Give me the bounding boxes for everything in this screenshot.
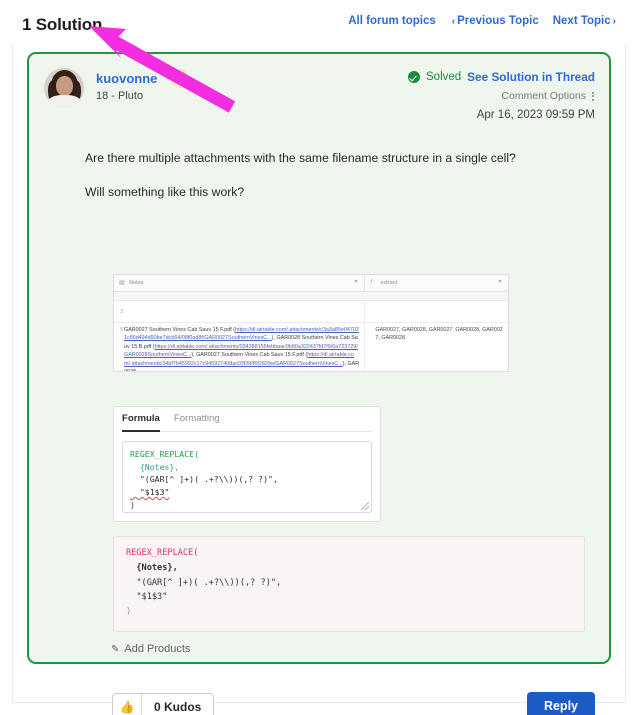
add-products-button[interactable]: ✎ Add Products (111, 643, 190, 655)
tab-formula[interactable]: Formula (122, 413, 160, 432)
table-column-notes-label: Notes (129, 280, 144, 286)
formula-line-3: "$1$3" (130, 487, 170, 498)
table-cell-extract[interactable]: GAR0027, GAR0028, GAR0027, GAR0028, GAR0… (365, 323, 508, 371)
table-column-extract: 𝑓 extract (365, 275, 508, 291)
formula-code-text: REGEX_REPLACE( {Notes}, "(GAR[^ ]+)( .+?… (130, 448, 364, 512)
resize-grip-icon[interactable] (361, 502, 369, 510)
avatar[interactable] (44, 68, 84, 108)
rank-medal-icon (171, 69, 188, 88)
formula-line-2: "(GAR[^ ]+)( .+?\\))(,? ?)", (130, 474, 278, 485)
add-products-label: Add Products (124, 643, 191, 655)
formula-field-icon: 𝑓 (370, 280, 373, 286)
chevron-left-icon: ‹ (451, 15, 456, 27)
chevron-right-icon: › (612, 15, 616, 27)
table-cell-extract[interactable] (365, 301, 508, 322)
solution-body: Are there multiple attachments with the … (85, 150, 585, 219)
tab-formatting[interactable]: Formatting (174, 413, 220, 427)
table-row-number: 5 (120, 327, 123, 333)
formula-line-4: ) (130, 499, 135, 510)
table-column-extract-label: extract (380, 280, 398, 286)
see-solution-in-thread-link[interactable]: See Solution in Thread (467, 70, 595, 84)
table-row-number: 3 (120, 309, 123, 315)
previous-topic-group[interactable]: ‹ Previous Topic (450, 15, 539, 27)
avatar-body (48, 95, 81, 108)
code-line-4: ) (126, 607, 132, 618)
formula-line-1: {Notes}, (130, 461, 180, 472)
author-rank: 18 - Pluto (96, 90, 144, 102)
vertical-ellipsis-icon[interactable] (592, 90, 595, 102)
pencil-icon: ✎ (111, 643, 120, 655)
formula-editor-panel[interactable]: Formula Formatting REGEX_REPLACE( {Notes… (113, 406, 381, 522)
thumbs-up-icon[interactable]: 👍 (113, 694, 142, 715)
code-block: REGEX_REPLACE( {Notes}, "(GAR[^ ]+)( .+?… (113, 536, 585, 632)
comment-options-label: Comment Options (501, 90, 586, 102)
code-line-3: "$1$3" (126, 592, 168, 603)
solution-header: 1 Solution All forum topics ‹ Previous T… (12, 3, 626, 45)
topic-navigation: All forum topics ‹ Previous Topic Next T… (348, 15, 618, 27)
notes-seg-0: GAR0027 Southern Vines Cab Sauv 15 F.pdf… (124, 327, 236, 333)
embedded-table-screenshot[interactable]: ▤ Notes 𝑓 extract 3 5 GAR0027 Southern V… (113, 274, 509, 372)
all-forum-topics-link[interactable]: All forum topics (348, 15, 436, 27)
formula-line-0: REGEX_REPLACE( (130, 449, 200, 459)
code-block-text: REGEX_REPLACE( {Notes}, "(GAR[^ ]+)( .+?… (126, 546, 572, 620)
next-topic-group[interactable]: Next Topic › (553, 15, 618, 27)
page-title: 1 Solution (22, 15, 103, 34)
comment-options-button[interactable]: Comment Options (501, 90, 595, 102)
table-subbar (114, 292, 508, 301)
next-topic-link[interactable]: Next Topic (553, 15, 611, 27)
kudos-count-label: 0 Kudos (154, 699, 202, 714)
author-username-link[interactable]: kuovonne (96, 71, 157, 86)
formula-code-area[interactable]: REGEX_REPLACE( {Notes}, "(GAR[^ ]+)( .+?… (122, 441, 372, 513)
notes-field-icon: ▤ (119, 280, 125, 286)
table-header-row: ▤ Notes 𝑓 extract (114, 275, 508, 292)
status-badge: Solved (426, 71, 462, 83)
solution-card-header: kuovonne 18 - Pluto Solved See Solution … (29, 54, 609, 122)
avatar-face (56, 76, 73, 96)
formula-editor-tabs: Formula Formatting (122, 413, 372, 432)
check-circle-icon (408, 71, 420, 83)
chevron-down-icon[interactable] (354, 280, 359, 283)
previous-topic-link[interactable]: Previous Topic (457, 15, 539, 27)
code-line-2: "(GAR[^ ]+)( .+?\\))(,? ?)", (126, 577, 282, 588)
code-line-0: REGEX_REPLACE( (126, 548, 199, 558)
table-cell-notes[interactable] (114, 301, 366, 322)
solution-card: kuovonne 18 - Pluto Solved See Solution … (27, 52, 611, 715)
body-paragraph-1: Are there multiple attachments with the … (85, 151, 516, 165)
table-row[interactable]: 3 (114, 301, 508, 323)
table-cell-notes[interactable]: GAR0027 Southern Vines Cab Sauv 15 F.pdf… (114, 323, 366, 371)
notes-seg-4: ), GAR0027 Southern Vines Cab Sauv 15 F.… (191, 352, 308, 359)
page-root: 1 Solution All forum topics ‹ Previous T… (0, 0, 638, 715)
table-column-notes: ▤ Notes (114, 275, 366, 291)
rank-medal-coin (174, 72, 185, 83)
chevron-down-icon[interactable] (498, 280, 502, 283)
code-line-1: {Notes}, (126, 562, 178, 573)
reply-button[interactable]: Reply (526, 692, 595, 715)
kudos-button[interactable]: 👍 0 Kudos (112, 693, 215, 715)
post-timestamp: Apr 16, 2023 09:59 PM (476, 109, 595, 121)
table-row[interactable]: 5 GAR0027 Southern Vines Cab Sauv 15 F.p… (114, 323, 508, 371)
body-paragraph-2: Will something like this work? (85, 185, 245, 200)
solved-status-row: Solved See Solution in Thread (408, 70, 595, 84)
